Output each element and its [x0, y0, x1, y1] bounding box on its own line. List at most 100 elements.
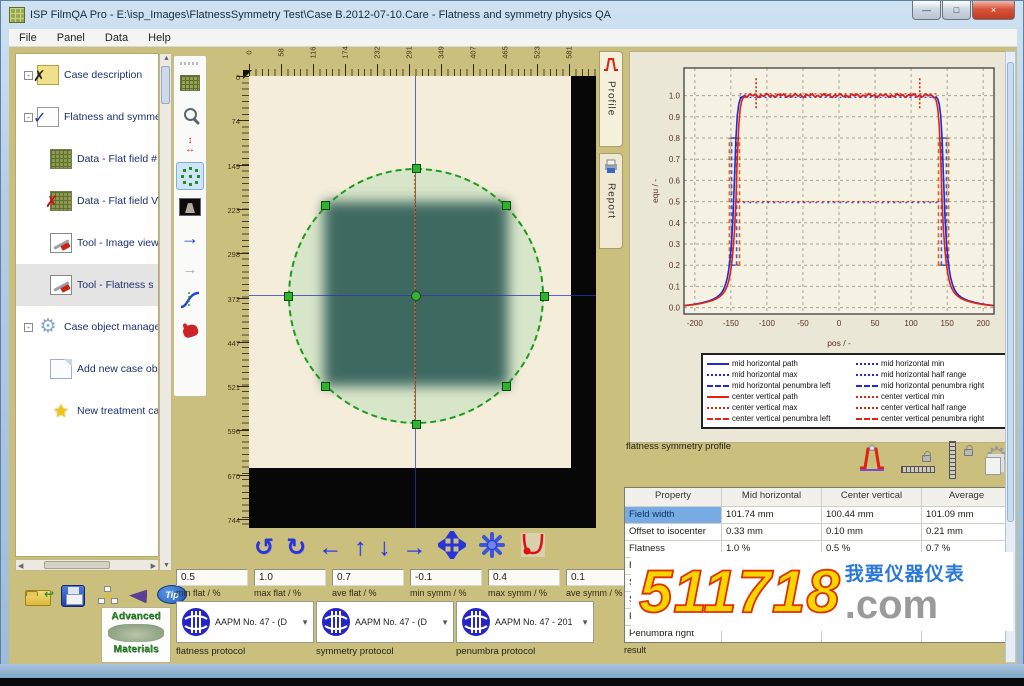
marker-tool[interactable]: ↕↔	[176, 131, 204, 159]
nudge-right-button[interactable]: →	[402, 535, 426, 561]
legend-line-sample	[707, 385, 729, 387]
svg-text:0.9: 0.9	[669, 113, 681, 122]
aapm-logo-icon	[181, 607, 211, 637]
doc-new-icon	[50, 359, 72, 379]
tree-item-4[interactable]: Tool - Image view	[16, 222, 158, 264]
menu-help[interactable]: Help	[138, 32, 181, 44]
window-controls: —□×	[911, 1, 1015, 20]
max-symm-field[interactable]: 0.4	[488, 569, 560, 586]
menu-file[interactable]: File	[9, 32, 47, 44]
nudge-down-button[interactable]: ↓	[378, 535, 390, 561]
roi-handle[interactable]	[540, 292, 549, 301]
workflow-button[interactable]	[97, 585, 119, 607]
image-thumbnail-tool[interactable]	[176, 69, 204, 97]
v-ruler-tick	[237, 76, 249, 77]
tree-item-3[interactable]: Data - Flat field V	[16, 180, 158, 222]
column-header[interactable]: Average	[921, 488, 1011, 506]
max-flat-field[interactable]: 1.0	[254, 569, 326, 586]
save-case-button[interactable]	[61, 585, 85, 607]
rotate-ccw-button[interactable]: ↺	[254, 535, 274, 561]
rotate-cw-button[interactable]: ↻	[286, 535, 306, 561]
nudge-up-button[interactable]: ↑	[354, 535, 366, 561]
papers-icon	[985, 457, 1001, 475]
title-bar[interactable]: ISP FilmQA Pro - E:\isp_Images\FlatnessS…	[1, 1, 1023, 29]
lock-horizontal-button[interactable]	[901, 453, 935, 475]
jump-button[interactable]	[129, 589, 147, 603]
scroll-down-icon[interactable]: ▼	[163, 562, 170, 569]
minimize-button[interactable]: —	[912, 1, 941, 20]
roi-handle[interactable]	[321, 201, 330, 210]
column-header[interactable]: Mid horizontal	[721, 488, 821, 506]
ave-flat-field[interactable]: 0.7	[332, 569, 404, 586]
scrollbar-thumb[interactable]	[161, 66, 170, 104]
h-ruler-tick	[473, 64, 474, 76]
min-symm-field[interactable]: -0.1	[410, 569, 482, 586]
menu-panel[interactable]: Panel	[47, 32, 95, 44]
scroll-left-icon[interactable]: ◀	[18, 562, 23, 570]
scroll-up-icon[interactable]: ▲	[163, 55, 170, 62]
roi-handle[interactable]	[412, 420, 421, 429]
move-free-button[interactable]	[438, 531, 466, 565]
tree-expander[interactable]: -	[24, 113, 33, 122]
tree-expander[interactable]: -	[24, 71, 33, 80]
arrow-back-tool[interactable]: →	[176, 255, 204, 283]
tree-item-7[interactable]: Add new case ob	[16, 348, 158, 390]
legend-entry: center vertical half range	[856, 402, 1001, 413]
lock-icon	[922, 455, 931, 462]
svg-text:100: 100	[904, 319, 918, 328]
scrollbar-thumb[interactable]	[1007, 62, 1014, 522]
tree-expander[interactable]: -	[24, 323, 33, 332]
apply-hand-tool[interactable]	[176, 317, 204, 345]
tree-item-0[interactable]: -Case description	[16, 54, 158, 96]
close-button[interactable]: ×	[972, 1, 1015, 20]
column-header[interactable]: Property	[625, 488, 721, 506]
roi-handle[interactable]	[284, 292, 293, 301]
table-row[interactable]: Field width101.74 mm100.44 mm101.09 mm	[625, 506, 1011, 523]
metric-2: 0.7ave flat / %	[332, 569, 404, 598]
profile-shape-button[interactable]	[518, 531, 548, 565]
menu-data[interactable]: Data	[95, 32, 138, 44]
roi-center-handle[interactable]	[411, 291, 421, 301]
scroll-right-icon[interactable]: ▶	[151, 562, 156, 570]
film-green-icon	[50, 149, 72, 169]
table-row[interactable]: Offset to isocenter0.33 mm0.10 mm0.21 mm	[625, 523, 1011, 540]
roi-handle[interactable]	[412, 164, 421, 173]
tab-profile[interactable]: Profile	[599, 51, 623, 147]
h-ruler-label: 291	[405, 44, 414, 62]
scrollbar-thumb[interactable]	[44, 561, 110, 569]
tree-item-6[interactable]: -⚙Case object manageme	[16, 306, 158, 348]
chevron-down-icon: ▼	[301, 618, 309, 627]
horizontal-ruler[interactable]: 058116174232291349407465523581	[231, 47, 597, 76]
maximize-button[interactable]: □	[942, 1, 971, 20]
tree-item-2[interactable]: Data - Flat field #	[16, 138, 158, 180]
profile-preview-tool[interactable]	[176, 193, 204, 221]
roi-handle[interactable]	[502, 382, 511, 391]
circle-region-tool[interactable]	[176, 162, 204, 190]
v-ruler-label: 0	[236, 73, 240, 82]
min-flat-field[interactable]: 0.5	[176, 569, 248, 586]
zoom-tool[interactable]	[176, 100, 204, 128]
legend-label: mid horizontal half range	[881, 370, 966, 379]
flatness-protocol-select[interactable]: AAPM No. 47 - (D▼	[176, 601, 314, 643]
tree-item-5[interactable]: Tool - Flatness s	[16, 264, 158, 306]
open-case-button[interactable]: ↩	[25, 585, 51, 606]
roi-handle[interactable]	[502, 201, 511, 210]
legend-label: mid horizontal penumbra right	[881, 381, 984, 390]
profile-shape-button[interactable]	[857, 443, 887, 478]
tree-horizontal-scrollbar[interactable]: ◀ ▶	[15, 559, 159, 571]
tree-item-1[interactable]: -Flatness and symmetry	[16, 96, 158, 138]
tree-item-8[interactable]: ★New treatment ca	[16, 390, 158, 432]
symmetry-protocol-select[interactable]: AAPM No. 47 - (D▼	[316, 601, 454, 643]
vertical-ruler[interactable]: 074149223298372447521596670744	[229, 76, 249, 529]
column-header[interactable]: Center vertical	[821, 488, 921, 506]
response-curve-tool[interactable]	[176, 286, 204, 314]
film-image-view[interactable]	[249, 76, 596, 528]
tree-vertical-scrollbar[interactable]: ▲ ▼	[159, 53, 172, 571]
roi-handle[interactable]	[321, 382, 330, 391]
lock-vertical-button[interactable]	[947, 441, 973, 479]
penumbra-protocol-select[interactable]: AAPM No. 47 - 201▼	[456, 601, 594, 643]
arrow-forward-tool[interactable]: →	[176, 224, 204, 252]
tab-report[interactable]: Report	[599, 153, 623, 249]
auto-align-button[interactable]	[478, 531, 506, 565]
nudge-left-button[interactable]: ←	[318, 535, 342, 561]
